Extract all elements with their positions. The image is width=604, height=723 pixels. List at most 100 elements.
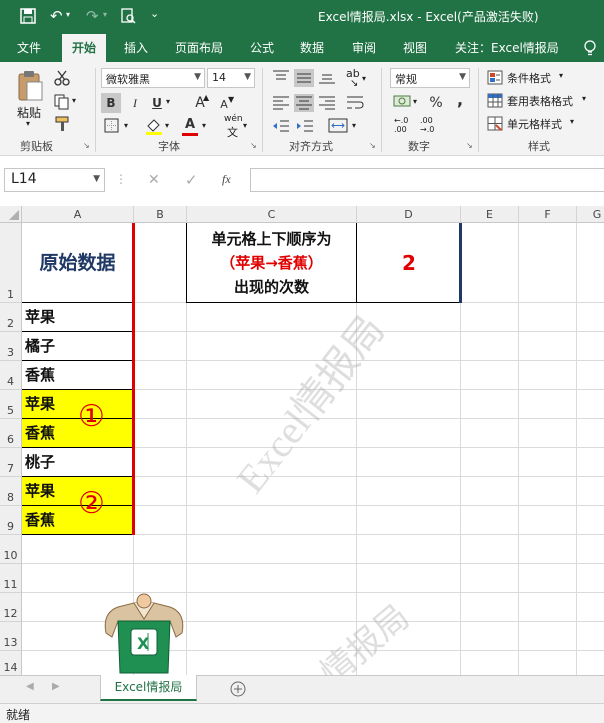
conditional-format-dropdown-icon[interactable]: ▾ bbox=[559, 71, 563, 80]
add-sheet-icon[interactable] bbox=[230, 681, 246, 697]
increase-decimal-button[interactable]: ←.0 .00 bbox=[394, 116, 408, 134]
table-format-button[interactable]: 套用表格格式 bbox=[507, 93, 573, 109]
customize-toolbar-icon[interactable]: ⌄ bbox=[150, 7, 159, 20]
copy-dropdown-icon[interactable]: ▾ bbox=[72, 96, 76, 105]
save-icon[interactable] bbox=[20, 8, 36, 24]
copy-icon[interactable] bbox=[54, 94, 70, 110]
row-header-6[interactable]: 6 bbox=[0, 419, 21, 448]
column-header-a[interactable]: A bbox=[22, 206, 134, 223]
row-header-8[interactable]: 8 bbox=[0, 477, 21, 506]
decrease-indent-icon[interactable] bbox=[272, 118, 290, 134]
row-header-1[interactable]: 1 bbox=[0, 223, 21, 303]
tab-insert[interactable]: 插入 bbox=[124, 39, 148, 56]
redo-icon[interactable]: ↷ bbox=[86, 7, 99, 25]
tab-review[interactable]: 审阅 bbox=[352, 39, 376, 56]
row-header-10[interactable]: 10 bbox=[0, 535, 21, 564]
row-header-14[interactable]: 14 bbox=[0, 651, 21, 675]
increase-indent-icon[interactable] bbox=[296, 118, 314, 134]
redo-dropdown-icon[interactable]: ▾ bbox=[103, 10, 107, 19]
decrease-decimal-button[interactable]: .00 →.0 bbox=[420, 116, 434, 134]
cell-d1[interactable]: 2 bbox=[357, 223, 461, 303]
column-header-f[interactable]: F bbox=[519, 206, 577, 223]
merge-center-icon[interactable] bbox=[328, 118, 348, 134]
italic-button[interactable]: I bbox=[125, 93, 145, 113]
lightbulb-icon[interactable] bbox=[583, 40, 597, 56]
comma-button[interactable]: , bbox=[450, 90, 470, 110]
alignment-launcher-icon[interactable]: ↘ bbox=[369, 141, 376, 150]
row-header-4[interactable]: 4 bbox=[0, 361, 21, 390]
clipboard-launcher-icon[interactable]: ↘ bbox=[83, 141, 90, 150]
select-all-corner[interactable] bbox=[0, 206, 22, 223]
cell-a7[interactable]: 桃子 bbox=[22, 448, 133, 477]
conditional-format-icon[interactable] bbox=[487, 70, 503, 85]
cut-icon[interactable] bbox=[54, 70, 70, 86]
number-format-combo[interactable]: 常规 ▼ bbox=[390, 68, 470, 88]
underline-dropdown-icon[interactable]: ▾ bbox=[166, 97, 170, 106]
scroll-right-icon[interactable]: ▶ bbox=[52, 681, 60, 692]
scroll-left-icon[interactable]: ◀ bbox=[26, 681, 34, 692]
row-header-11[interactable]: 11 bbox=[0, 564, 21, 593]
row-header-3[interactable]: 3 bbox=[0, 332, 21, 361]
font-color-button[interactable]: A bbox=[180, 115, 200, 135]
name-box[interactable]: L14 ▼ bbox=[4, 168, 105, 192]
column-header-c[interactable]: C bbox=[187, 206, 357, 223]
row-header-9[interactable]: 9 bbox=[0, 506, 21, 535]
align-center-icon[interactable] bbox=[294, 94, 314, 112]
drag-handle-icon[interactable]: ⋮ bbox=[115, 172, 127, 186]
paste-icon[interactable] bbox=[16, 70, 44, 102]
accounting-format-icon[interactable] bbox=[393, 93, 413, 111]
cell-styles-button[interactable]: 单元格样式 bbox=[507, 116, 562, 132]
row-header-2[interactable]: 2 bbox=[0, 303, 21, 332]
bold-button[interactable]: B bbox=[101, 93, 121, 113]
undo-icon[interactable]: ↶ bbox=[50, 7, 63, 25]
tab-data[interactable]: 数据 bbox=[300, 39, 324, 56]
row-header-7[interactable]: 7 bbox=[0, 448, 21, 477]
cell-c1[interactable]: 单元格上下顺序为 （苹果→香蕉） 出现的次数 bbox=[186, 223, 357, 303]
column-header-d[interactable]: D bbox=[357, 206, 461, 223]
table-format-icon[interactable] bbox=[487, 93, 503, 108]
tab-page-layout[interactable]: 页面布局 bbox=[175, 39, 223, 56]
formula-input[interactable] bbox=[250, 168, 604, 192]
cell-styles-dropdown-icon[interactable]: ▾ bbox=[570, 117, 574, 126]
cell-styles-icon[interactable] bbox=[487, 116, 503, 131]
fill-color-icon[interactable] bbox=[145, 117, 163, 135]
cell-a3[interactable]: 橘子 bbox=[22, 332, 133, 361]
confirm-formula-icon[interactable]: ✓ bbox=[185, 171, 198, 189]
worksheet-grid[interactable]: 原始数据 苹果 橘子 香蕉 苹果 香蕉 桃子 苹果 香蕉 ① ② 单元格上下顺序… bbox=[22, 223, 604, 675]
table-format-dropdown-icon[interactable]: ▾ bbox=[582, 94, 586, 103]
underline-button[interactable]: U bbox=[147, 93, 167, 113]
merge-dropdown-icon[interactable]: ▾ bbox=[352, 121, 356, 130]
tab-view[interactable]: 视图 bbox=[403, 39, 427, 56]
number-launcher-icon[interactable]: ↘ bbox=[466, 141, 473, 150]
accounting-dropdown-icon[interactable]: ▾ bbox=[413, 97, 417, 106]
wrap-text-icon[interactable] bbox=[346, 94, 364, 110]
orientation-dropdown-icon[interactable]: ▾ bbox=[362, 74, 366, 83]
cancel-formula-icon[interactable]: ✕ bbox=[148, 172, 160, 188]
percent-button[interactable]: % bbox=[426, 93, 446, 113]
row-header-12[interactable]: 12 bbox=[0, 593, 21, 622]
format-painter-icon[interactable] bbox=[54, 116, 70, 132]
column-header-b[interactable]: B bbox=[134, 206, 187, 223]
print-preview-icon[interactable] bbox=[120, 8, 136, 24]
insert-function-icon[interactable]: fx bbox=[222, 172, 231, 187]
align-left-icon[interactable] bbox=[272, 94, 290, 110]
font-size-combo[interactable]: 14 ▼ bbox=[207, 68, 255, 88]
paste-dropdown-icon[interactable]: ▾ bbox=[26, 119, 30, 128]
cell-a1[interactable]: 原始数据 bbox=[22, 223, 133, 303]
tab-file[interactable]: 文件 bbox=[17, 39, 41, 56]
borders-icon[interactable] bbox=[104, 118, 120, 134]
cell-a4[interactable]: 香蕉 bbox=[22, 361, 133, 390]
borders-dropdown-icon[interactable]: ▾ bbox=[124, 121, 128, 130]
align-top-icon[interactable] bbox=[272, 69, 290, 85]
font-name-combo[interactable]: 微软雅黑 ▼ bbox=[101, 68, 205, 88]
undo-dropdown-icon[interactable]: ▾ bbox=[66, 10, 70, 19]
font-launcher-icon[interactable]: ↘ bbox=[250, 141, 257, 150]
font-color-dropdown-icon[interactable]: ▾ bbox=[202, 121, 206, 130]
cell-a2[interactable]: 苹果 bbox=[22, 303, 133, 332]
column-header-g[interactable]: G bbox=[577, 206, 604, 223]
conditional-format-button[interactable]: 条件格式 bbox=[507, 70, 551, 86]
column-header-e[interactable]: E bbox=[461, 206, 519, 223]
fill-color-dropdown-icon[interactable]: ▾ bbox=[165, 121, 169, 130]
row-header-13[interactable]: 13 bbox=[0, 622, 21, 651]
sheet-tab-excel[interactable]: Excel情报局 bbox=[100, 675, 197, 701]
